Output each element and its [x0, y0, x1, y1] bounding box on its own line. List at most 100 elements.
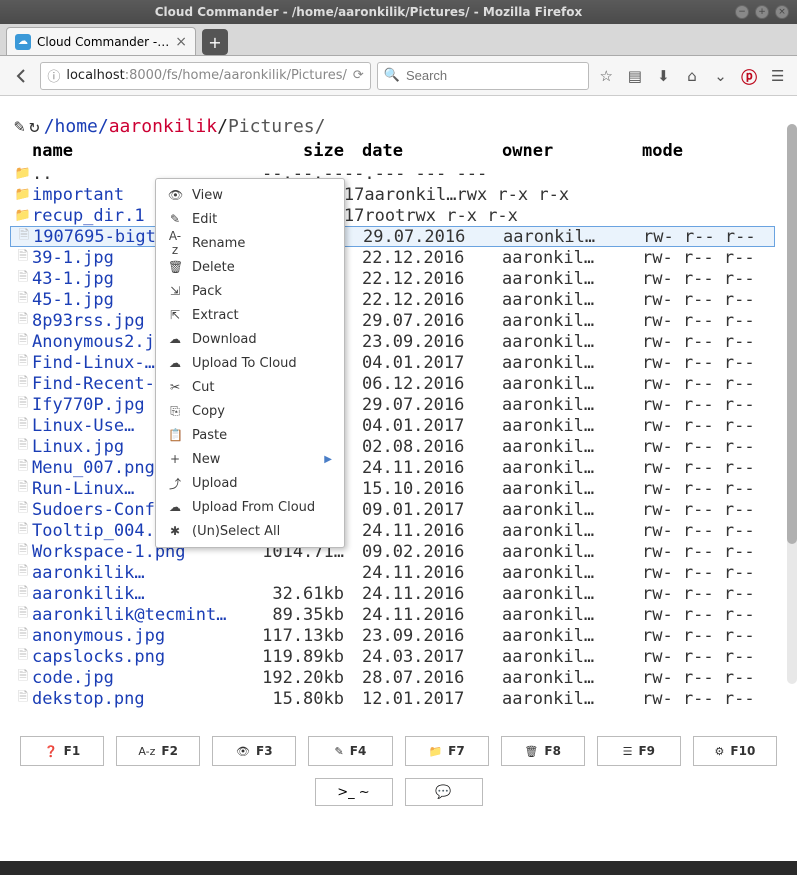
- fkey-f10[interactable]: ⚙F10: [693, 736, 777, 766]
- file-date: 12.01.2017: [362, 689, 502, 709]
- fkey-f3[interactable]: 👁F3: [212, 736, 296, 766]
- header-date[interactable]: date: [362, 141, 502, 161]
- file-row[interactable]: 🗎8p93rss.jpg63.07kb29.07.2016aaronkil…rw…: [10, 310, 775, 331]
- file-row[interactable]: 🗎Anonymous2.jpg24.38kb23.09.2016aaronkil…: [10, 331, 775, 352]
- header-owner[interactable]: owner: [502, 141, 642, 161]
- context-copy[interactable]: ⎘Copy: [156, 399, 344, 423]
- file-icon: 🗎: [14, 520, 32, 542]
- context-icon: ☁: [168, 500, 182, 514]
- file-row[interactable]: 🗎Find-Linux-…29.92kb04.01.2017aaronkil…r…: [10, 352, 775, 373]
- file-date: 24.11.2016: [362, 605, 502, 625]
- file-row[interactable]: 🗎capslocks.png119.89kb24.03.2017aaronkil…: [10, 646, 775, 667]
- context-paste[interactable]: 📋Paste: [156, 423, 344, 447]
- file-row[interactable]: 🗎Linux.jpg36.58kb02.08.2016aaronkil…rw- …: [10, 436, 775, 457]
- back-button[interactable]: [8, 62, 34, 90]
- pocket-icon[interactable]: ⌄: [709, 64, 732, 88]
- context-delete[interactable]: 🗑Delete: [156, 255, 344, 279]
- fkey-f9[interactable]: ☰F9: [597, 736, 681, 766]
- scrollbar[interactable]: [787, 124, 797, 684]
- submenu-arrow-icon: ▶: [324, 454, 332, 465]
- context-pack[interactable]: ⇲Pack: [156, 279, 344, 303]
- context-extract[interactable]: ⇱Extract: [156, 303, 344, 327]
- new-tab-button[interactable]: +: [202, 29, 228, 55]
- file-row[interactable]: 📁important15.01.2017aaronkil…rwx r-x r-x: [10, 184, 775, 205]
- file-row[interactable]: 🗎dekstop.png15.80kb12.01.2017aaronkil…rw…: [10, 688, 775, 709]
- bookmark-icon[interactable]: ☆: [595, 64, 618, 88]
- context-upload-to-cloud[interactable]: ☁Upload To Cloud: [156, 351, 344, 375]
- refresh-icon[interactable]: ↻: [29, 116, 40, 137]
- tab-close-icon[interactable]: ×: [175, 34, 187, 50]
- context-upload[interactable]: ⤴Upload: [156, 471, 344, 495]
- reader-icon[interactable]: ▤: [624, 64, 647, 88]
- file-mode: rw- r-- r--: [642, 500, 772, 520]
- home-icon[interactable]: ⌂: [681, 64, 704, 88]
- file-row[interactable]: 🗎Ify770P.jpg177.98kb29.07.2016aaronkil…r…: [10, 394, 775, 415]
- file-row[interactable]: 🗎Linux-Use…100.57kb04.01.2017aaronkil…rw…: [10, 415, 775, 436]
- file-icon: 🗎: [14, 436, 32, 458]
- fkey-f7[interactable]: 📁F7: [405, 736, 489, 766]
- file-row[interactable]: 🗎Sudoers-Configurat…10.99kb09.01.2017aar…: [10, 499, 775, 520]
- context-upload-from-cloud[interactable]: ☁Upload From Cloud: [156, 495, 344, 519]
- close-icon[interactable]: ×: [775, 5, 789, 19]
- fkey-label: F7: [448, 744, 465, 758]
- file-row[interactable]: 🗎39-1.jpg35.71kb22.12.2016aaronkil…rw- r…: [10, 247, 775, 268]
- header-size[interactable]: size: [262, 141, 362, 161]
- context-edit[interactable]: ✎Edit: [156, 207, 344, 231]
- search-input[interactable]: [406, 68, 582, 83]
- browser-tab[interactable]: ☁ Cloud Commander - /ho... ×: [6, 27, 196, 55]
- file-date: 22.12.2016: [362, 290, 502, 310]
- file-row[interactable]: 🗎Tooltip_004.png583.57kb24.11.2016aaronk…: [10, 520, 775, 541]
- file-row[interactable]: 📁..--.--.----.--- --- ---: [10, 163, 775, 184]
- refresh-icon[interactable]: ⟳: [353, 68, 364, 83]
- maximize-icon[interactable]: +: [755, 5, 769, 19]
- file-row[interactable]: 📁recup_dir.126.03.2017rootrwx r-x r-x: [10, 205, 775, 226]
- search-bar[interactable]: 🔍: [377, 62, 589, 90]
- file-mode: rw- r-- r--: [642, 332, 772, 352]
- file-row[interactable]: 🗎Find-Recent-Today…22.46kb06.12.2016aaro…: [10, 373, 775, 394]
- fkey-icon: ✎: [335, 745, 344, 758]
- terminal-button[interactable]: >_ ~: [315, 778, 393, 806]
- context-rename[interactable]: A-zRename: [156, 231, 344, 255]
- url-bar[interactable]: ⓘ localhost:8000/fs/home/aaronkilik/Pict…: [40, 62, 370, 90]
- file-owner: aaronkil…: [502, 332, 642, 352]
- path-home[interactable]: /home/: [44, 116, 109, 137]
- pencil-icon[interactable]: ✎: [14, 116, 25, 137]
- file-row[interactable]: 🗎Workspace-1.png1014.71…09.02.2016aaronk…: [10, 541, 775, 562]
- file-row[interactable]: 🗎aaronkilik@tecmint…89.35kb24.11.2016aar…: [10, 604, 775, 625]
- context-icon: ⤴: [168, 475, 182, 492]
- path-user[interactable]: aaronkilik: [109, 116, 217, 137]
- context-icon: ⇱: [168, 308, 182, 322]
- fkey-f1[interactable]: ❓F1: [20, 736, 104, 766]
- context-view[interactable]: 👁View: [156, 183, 344, 207]
- site-info-icon[interactable]: ⓘ: [47, 66, 60, 85]
- pinterest-icon[interactable]: ⓟ: [738, 64, 761, 88]
- file-row[interactable]: 🗎Run-Linux…12.58kb15.10.2016aaronkil…rw-…: [10, 478, 775, 499]
- file-row[interactable]: 🗎1907695-bigthumbna…10.60kb29.07.2016aar…: [10, 226, 775, 247]
- file-row[interactable]: 🗎aaronkilik…24.11.2016aaronkil…rw- r-- r…: [10, 562, 775, 583]
- fkey-f2[interactable]: A-zF2: [116, 736, 200, 766]
- file-date: 22.12.2016: [362, 269, 502, 289]
- header-name[interactable]: name: [32, 141, 262, 161]
- context--un-select-all[interactable]: ✱(Un)Select All: [156, 519, 344, 543]
- menu-icon[interactable]: ☰: [766, 64, 789, 88]
- file-row[interactable]: 🗎aaronkilik…32.61kb24.11.2016aaronkil…rw…: [10, 583, 775, 604]
- file-row[interactable]: 🗎Menu_007.png234.62kb24.11.2016aaronkil……: [10, 457, 775, 478]
- fkey-f4[interactable]: ✎F4: [308, 736, 392, 766]
- chat-button[interactable]: 💬: [405, 778, 483, 806]
- context-icon: ☁: [168, 332, 182, 346]
- file-owner: aaronkil…: [502, 290, 642, 310]
- downloads-icon[interactable]: ⬇: [652, 64, 675, 88]
- fkey-f8[interactable]: 🗑F8: [501, 736, 585, 766]
- header-mode[interactable]: mode: [642, 141, 772, 161]
- file-row[interactable]: 🗎45-1.jpg34.22kb22.12.2016aaronkil…rw- r…: [10, 289, 775, 310]
- context-download[interactable]: ☁Download: [156, 327, 344, 351]
- file-row[interactable]: 🗎code.jpg192.20kb28.07.2016aaronkil…rw- …: [10, 667, 775, 688]
- context-cut[interactable]: ✂Cut: [156, 375, 344, 399]
- context-new[interactable]: +New▶: [156, 447, 344, 471]
- minimize-icon[interactable]: −: [735, 5, 749, 19]
- file-row[interactable]: 🗎anonymous.jpg117.13kb23.09.2016aaronkil…: [10, 625, 775, 646]
- file-row[interactable]: 🗎43-1.jpg61.46kb22.12.2016aaronkil…rw- r…: [10, 268, 775, 289]
- file-icon: 🗎: [14, 478, 32, 500]
- scrollbar-thumb[interactable]: [787, 124, 797, 544]
- fkey-icon: ⚙: [715, 745, 725, 758]
